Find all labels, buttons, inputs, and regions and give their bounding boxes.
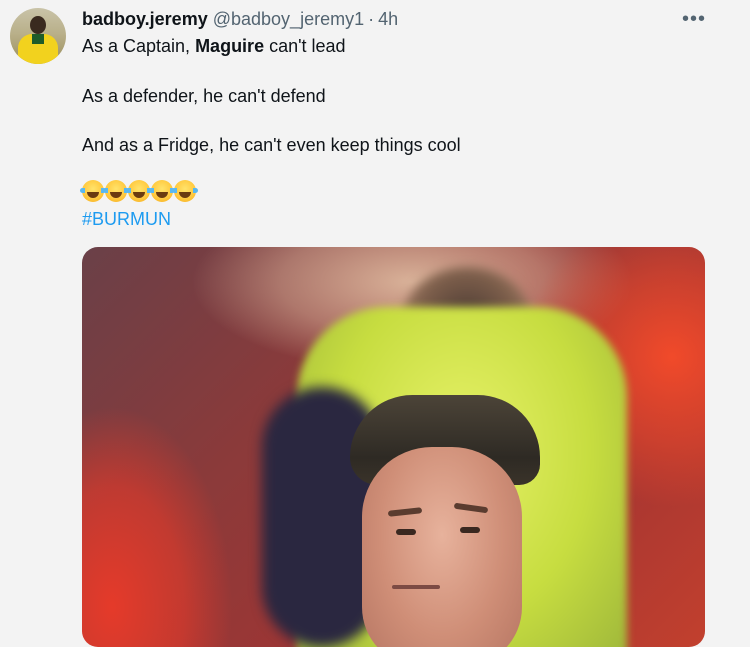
right-eye bbox=[460, 527, 480, 533]
left-eye bbox=[396, 529, 416, 535]
display-name[interactable]: badboy.jeremy bbox=[82, 9, 208, 29]
avatar[interactable] bbox=[10, 8, 66, 64]
tweet-line-2: As a defender, he can't defend bbox=[82, 86, 326, 106]
tweet-header: badboy.jeremy @badboy_jeremy1 · 4h bbox=[82, 8, 398, 30]
mouth bbox=[392, 585, 440, 589]
tweet-image[interactable] bbox=[82, 247, 705, 647]
tweet-line-3: And as a Fridge, he can't even keep thin… bbox=[82, 135, 461, 155]
line1-prefix: As a Captain, bbox=[82, 36, 196, 56]
avatar-collar bbox=[32, 34, 44, 44]
emoji-row bbox=[80, 180, 198, 202]
tweet-line-1: As a Captain, Maguire can't lead bbox=[82, 35, 346, 57]
face-with-tears-of-joy-icon bbox=[80, 180, 106, 202]
face-with-tears-of-joy-icon bbox=[126, 180, 152, 202]
player-face bbox=[362, 447, 522, 647]
avatar-head bbox=[30, 16, 46, 34]
hashtag-link[interactable]: #BURMUN bbox=[82, 208, 171, 230]
line1-suffix: can't lead bbox=[264, 36, 346, 56]
face-with-tears-of-joy-icon bbox=[172, 180, 198, 202]
user-handle[interactable]: @badboy_jeremy1 bbox=[213, 9, 364, 29]
more-options-icon[interactable]: ••• bbox=[682, 8, 706, 31]
timestamp[interactable]: 4h bbox=[378, 9, 398, 29]
face-with-tears-of-joy-icon bbox=[149, 180, 175, 202]
face-with-tears-of-joy-icon bbox=[103, 180, 129, 202]
separator: · bbox=[368, 9, 375, 29]
line1-bold: Maguire bbox=[195, 36, 265, 56]
